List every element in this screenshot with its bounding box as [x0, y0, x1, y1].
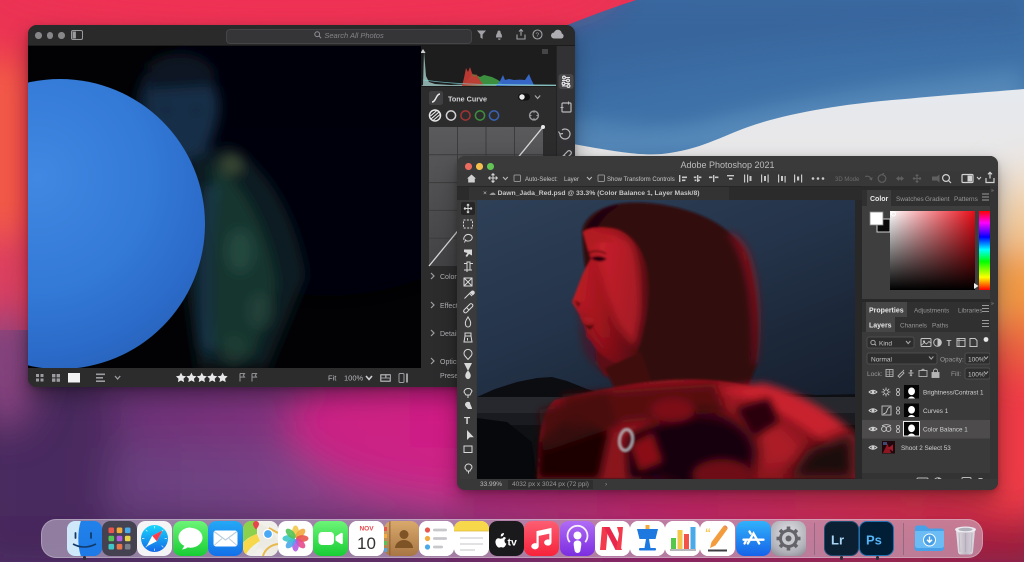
svg-text:»: »	[991, 188, 994, 194]
svg-text:Color: Color	[870, 196, 889, 203]
svg-text:Show Transform Controls: Show Transform Controls	[607, 177, 675, 183]
svg-text:100%: 100%	[968, 357, 985, 364]
svg-text:Color: Color	[440, 274, 457, 281]
svg-text:Fit: Fit	[328, 374, 337, 383]
svg-text:Layers: Layers	[869, 323, 892, 330]
svg-text:?: ?	[536, 32, 540, 39]
svg-text:Lr: Lr	[831, 533, 844, 548]
svg-text:Lock:: Lock:	[867, 371, 883, 378]
svg-text:Libraries: Libraries	[958, 308, 983, 315]
svg-text:10: 10	[357, 534, 376, 553]
svg-text:Opacity:: Opacity:	[940, 357, 964, 364]
svg-text:Layer: Layer	[564, 177, 579, 183]
svg-text:T: T	[464, 416, 470, 427]
svg-text:100%: 100%	[968, 372, 985, 379]
svg-text:Auto-Select:: Auto-Select:	[525, 177, 558, 183]
svg-text:Color Balance 1: Color Balance 1	[923, 427, 968, 434]
svg-text:»: »	[991, 301, 994, 307]
svg-text:Patterns: Patterns	[954, 196, 978, 203]
svg-text:Adjustments: Adjustments	[914, 308, 949, 315]
svg-text:NOV: NOV	[359, 526, 374, 533]
svg-text:Curves 1: Curves 1	[923, 408, 949, 415]
svg-text:Channels: Channels	[900, 323, 927, 330]
svg-text:Properties: Properties	[869, 308, 904, 315]
svg-text:Fill:: Fill:	[951, 371, 961, 378]
svg-text:tv: tv	[508, 537, 517, 549]
svg-text:Normal: Normal	[871, 357, 893, 364]
svg-text:“: “	[705, 526, 711, 540]
svg-text:100%: 100%	[344, 374, 364, 383]
svg-text:Kind: Kind	[879, 341, 892, 348]
svg-text:Shoot 2 Select 53: Shoot 2 Select 53	[901, 445, 951, 452]
svg-text:Paths: Paths	[932, 323, 948, 330]
svg-text:3D Mode: 3D Mode	[835, 177, 860, 183]
svg-text:Swatches: Swatches	[896, 196, 924, 203]
svg-text:T: T	[947, 339, 952, 348]
svg-text:Gradient: Gradient	[925, 196, 950, 203]
svg-text:Brightness/Contrast 1: Brightness/Contrast 1	[923, 390, 984, 397]
svg-text:Ps: Ps	[866, 533, 882, 548]
svg-text:Tone Curve: Tone Curve	[448, 95, 487, 104]
